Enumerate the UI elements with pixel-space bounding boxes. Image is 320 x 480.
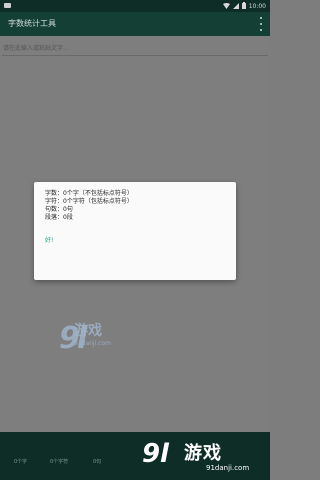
ok-button[interactable]: 好! — [45, 235, 53, 244]
app-bar: 字数统计工具 — [0, 12, 270, 36]
overflow-menu-icon[interactable] — [258, 17, 264, 31]
brand-watermark: 9 l 游戏 91danji.com — [140, 438, 260, 474]
brand-url: 91danji.com — [206, 464, 250, 472]
signal-icon — [232, 2, 239, 11]
bottom-bar: 0个字 0个字符 0句 9 l 游戏 91danji.com — [0, 432, 270, 480]
watermark-name: 游戏 — [74, 323, 102, 339]
result-dialog: 字数：0个字（不包括标点符号） 字符：0个字符（包括标点符号） 句数：0句 段落… — [34, 182, 236, 280]
status-bar: 10:00 — [0, 0, 270, 12]
app-title: 字数统计工具 — [8, 19, 56, 28]
char-count-line: 字符：0个字符（包括标点符号） — [45, 198, 133, 205]
notification-icon — [4, 3, 11, 10]
brand-name: 游戏 — [184, 443, 222, 464]
brand-logo-icon: 9 l — [142, 439, 170, 466]
watermark-url: 91danji.com — [74, 340, 111, 347]
battery-icon — [241, 2, 246, 11]
bottom-char-count: 0个字符 — [50, 459, 69, 465]
svg-text:9: 9 — [142, 439, 160, 466]
svg-text:l: l — [160, 439, 170, 466]
paragraph-count-line: 段落：0段 — [45, 214, 73, 221]
bottom-sentence-count: 0句 — [93, 459, 102, 465]
text-input[interactable] — [2, 42, 268, 56]
sentence-count-line: 句数：0句 — [45, 206, 73, 213]
wifi-icon — [222, 2, 230, 11]
clock-time: 10:00 — [248, 3, 266, 10]
word-count-line: 字数：0个字（不包括标点符号） — [45, 190, 133, 197]
bottom-word-count: 0个字 — [14, 459, 28, 465]
